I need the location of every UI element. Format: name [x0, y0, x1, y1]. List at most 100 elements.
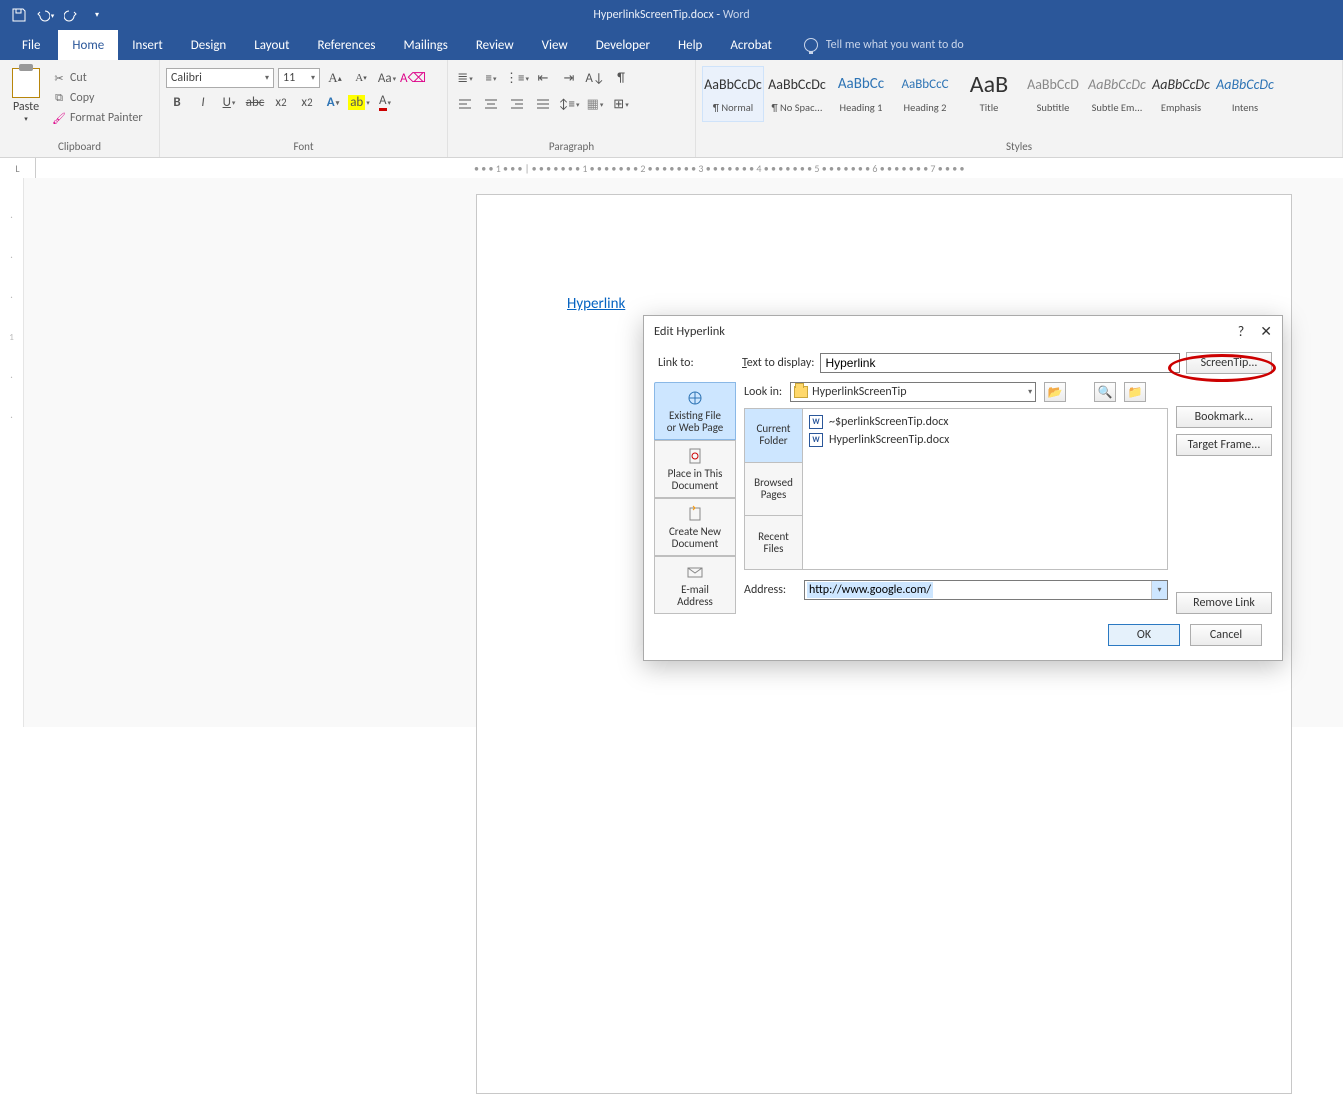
help-icon[interactable]: ? — [1238, 323, 1245, 340]
save-icon[interactable] — [8, 4, 30, 26]
style-heading1[interactable]: AaBbCcHeading 1 — [830, 66, 892, 122]
group-clipboard: Paste ▾ ✂Cut ⧉Copy 🖌Format Painter Clipb… — [0, 60, 160, 157]
tab-mailings[interactable]: Mailings — [390, 30, 462, 60]
grow-font-icon[interactable]: A▴ — [324, 68, 346, 88]
line-spacing-icon[interactable]: ↕≡▾ — [558, 94, 580, 114]
address-label: Address: — [744, 583, 796, 597]
style-normal[interactable]: AaBbCcDc¶ Normal — [702, 66, 764, 122]
undo-icon[interactable]: ▾ — [34, 4, 56, 26]
tab-help[interactable]: Help — [664, 30, 716, 60]
subscript-icon[interactable]: x2 — [270, 92, 292, 112]
align-left-icon[interactable] — [454, 94, 476, 114]
tell-me-search[interactable]: Tell me what you want to do — [804, 30, 964, 60]
underline-icon[interactable]: U▾ — [218, 92, 240, 112]
tab-review[interactable]: Review — [462, 30, 528, 60]
screentip-button[interactable]: ScreenTip... — [1186, 352, 1272, 374]
font-size-combo[interactable]: 11▾ — [278, 68, 320, 88]
copy-button[interactable]: ⧉Copy — [50, 88, 145, 108]
style-intense[interactable]: AaBbCcDcIntens — [1214, 66, 1276, 122]
italic-icon[interactable]: I — [192, 92, 214, 112]
cut-button[interactable]: ✂Cut — [50, 68, 145, 88]
align-right-icon[interactable] — [506, 94, 528, 114]
browse-file-button[interactable]: 📁 — [1124, 382, 1146, 402]
hyperlink-text[interactable]: Hyperlink — [567, 295, 625, 313]
look-in-combo[interactable]: HyperlinkScreenTip ▾ — [790, 382, 1036, 402]
look-in-label: Look in: — [744, 385, 782, 399]
linkto-email-address[interactable]: E-mail Address — [654, 556, 736, 614]
up-one-level-button[interactable]: 📂 — [1044, 382, 1066, 402]
decrease-indent-icon[interactable]: ⇤ — [532, 68, 554, 88]
justify-icon[interactable] — [532, 94, 554, 114]
redo-icon[interactable] — [60, 4, 82, 26]
bold-icon[interactable]: B — [166, 92, 188, 112]
dialog-title-bar[interactable]: Edit Hyperlink ? ✕ — [644, 316, 1282, 346]
sort-icon[interactable]: A↓ — [584, 68, 606, 88]
styles-gallery[interactable]: AaBbCcDc¶ Normal AaBbCcDc¶ No Spac... Aa… — [702, 62, 1336, 122]
font-name-combo[interactable]: Calibri▾ — [166, 68, 274, 88]
cancel-button[interactable]: Cancel — [1190, 624, 1262, 646]
tab-browsed-pages[interactable]: Browsed Pages — [745, 463, 803, 517]
tab-view[interactable]: View — [528, 30, 582, 60]
format-painter-button[interactable]: 🖌Format Painter — [50, 108, 145, 128]
address-input[interactable]: http://www.google.com/ ▾ — [804, 580, 1168, 600]
target-frame-button[interactable]: Target Frame... — [1176, 434, 1272, 456]
superscript-icon[interactable]: x2 — [296, 92, 318, 112]
ruler-corner[interactable]: L — [0, 158, 36, 178]
linkto-place-in-doc[interactable]: Place in This Document — [654, 440, 736, 498]
change-case-icon[interactable]: Aa▾ — [376, 68, 398, 88]
style-subtle-emphasis[interactable]: AaBbCcDcSubtle Em... — [1086, 66, 1148, 122]
copy-icon: ⧉ — [52, 91, 66, 105]
list-item[interactable]: W~$perlinkScreenTip.docx — [809, 413, 1161, 431]
quick-access-toolbar: ▾ ▾ — [6, 4, 108, 26]
align-center-icon[interactable] — [480, 94, 502, 114]
paste-button[interactable]: Paste ▾ — [6, 68, 46, 128]
bookmark-button[interactable]: Bookmark... — [1176, 406, 1272, 428]
ruler-vertical[interactable]: ···1·· — [0, 178, 24, 727]
tab-current-folder[interactable]: Current Folder — [745, 409, 803, 463]
tab-design[interactable]: Design — [177, 30, 240, 60]
increase-indent-icon[interactable]: ⇥ — [558, 68, 580, 88]
highlight-icon[interactable]: ab▾ — [348, 92, 370, 112]
tab-file[interactable]: File — [4, 30, 58, 60]
text-to-display-input[interactable] — [820, 353, 1180, 373]
group-label-font: Font — [166, 138, 441, 157]
app-name: Word — [723, 8, 750, 22]
borders-icon[interactable]: ⊞▾ — [610, 94, 632, 114]
style-heading2[interactable]: AaBbCcCHeading 2 — [894, 66, 956, 122]
word-file-icon: W — [809, 433, 823, 447]
address-dropdown-icon[interactable]: ▾ — [1151, 581, 1167, 599]
show-marks-icon[interactable]: ¶ — [610, 68, 632, 88]
ruler-scale[interactable]: • • • 1 • • • | • • • • • • • 1 • • • • … — [474, 158, 1343, 178]
remove-link-button[interactable]: Remove Link — [1176, 592, 1272, 614]
tab-layout[interactable]: Layout — [240, 30, 303, 60]
tab-recent-files[interactable]: Recent Files — [745, 516, 803, 569]
ok-button[interactable]: OK — [1108, 624, 1180, 646]
shrink-font-icon[interactable]: A▾ — [350, 68, 372, 88]
numbering-icon[interactable]: ≡▾ — [480, 68, 502, 88]
new-document-icon — [686, 505, 704, 523]
shading-icon[interactable]: ▦▾ — [584, 94, 606, 114]
style-no-spacing[interactable]: AaBbCcDc¶ No Spac... — [766, 66, 828, 122]
linkto-existing-file[interactable]: Existing File or Web Page — [654, 382, 736, 440]
style-emphasis[interactable]: AaBbCcDcEmphasis — [1150, 66, 1212, 122]
bullets-icon[interactable]: ≣▾ — [454, 68, 476, 88]
list-item[interactable]: WHyperlinkScreenTip.docx — [809, 431, 1161, 449]
close-icon[interactable]: ✕ — [1260, 323, 1272, 340]
browse-web-button[interactable]: 🔍 — [1094, 382, 1116, 402]
file-list[interactable]: W~$perlinkScreenTip.docx WHyperlinkScree… — [803, 409, 1167, 569]
tab-insert[interactable]: Insert — [118, 30, 177, 60]
font-color-icon[interactable]: A▾ — [374, 92, 396, 112]
tab-references[interactable]: References — [304, 30, 390, 60]
style-title[interactable]: AaBTitle — [958, 66, 1020, 122]
qat-customize-icon[interactable]: ▾ — [86, 4, 108, 26]
tab-home[interactable]: Home — [58, 30, 118, 60]
text-effects-icon[interactable]: A▾ — [322, 92, 344, 112]
tab-acrobat[interactable]: Acrobat — [716, 30, 786, 60]
style-subtitle[interactable]: AaBbCcDSubtitle — [1022, 66, 1084, 122]
tab-developer[interactable]: Developer — [582, 30, 664, 60]
clear-formatting-icon[interactable]: A⌫ — [402, 68, 424, 88]
multilevel-list-icon[interactable]: ⋮≡▾ — [506, 68, 528, 88]
document-name: HyperlinkScreenTip.docx — [593, 8, 713, 22]
strikethrough-icon[interactable]: abc — [244, 92, 266, 112]
linkto-create-new-doc[interactable]: Create New Document — [654, 498, 736, 556]
